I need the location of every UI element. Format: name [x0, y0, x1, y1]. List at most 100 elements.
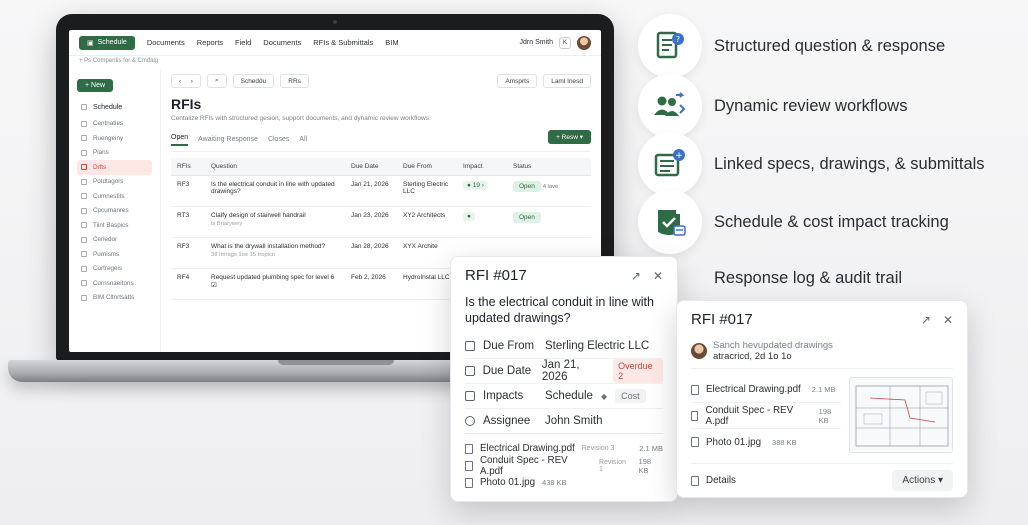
rfi-question: Is the electrical conduit in line with u…	[205, 175, 345, 207]
image-icon	[465, 477, 473, 488]
svg-text:?: ?	[676, 35, 680, 44]
checkbox-icon	[465, 391, 475, 401]
sidebar-item-6[interactable]: Cumnestits	[77, 189, 152, 204]
toolbar: ‹ › ⌕ Scheddu RRs Amsprts Laml Inesd	[171, 74, 591, 88]
attachment-row[interactable]: Photo 01.jpg 388 KB	[691, 429, 841, 455]
sidebar-item-8[interactable]: Tiint Baspics	[77, 218, 152, 233]
page-title: RFIs	[171, 96, 202, 112]
sidebar-item-11[interactable]: Cortregeis	[77, 262, 152, 277]
svg-text:+: +	[675, 151, 683, 161]
sidebar-item-7[interactable]: Cpcumanres	[77, 204, 152, 219]
sidebar-item-plans[interactable]: Plans	[77, 146, 152, 161]
user-menu[interactable]: Jdrn Smith K	[520, 35, 591, 50]
sidebar: + New Schedule Centnaties Ruengeiny Plan…	[69, 70, 161, 352]
rfi-question: Is the electrical conduit in line with u…	[465, 295, 654, 325]
plan-icon	[81, 149, 87, 156]
linked-document-icon: +	[638, 132, 702, 196]
rfi-due-date: Jan 21, 2026	[345, 175, 397, 207]
user-icon	[465, 416, 475, 426]
feature-linked-specs: + Linked specs, drawings, & submittals	[638, 132, 985, 196]
sidebar-item-10[interactable]: Purnisms	[77, 247, 152, 262]
details-link[interactable]: Details	[691, 472, 736, 489]
file-icon	[465, 460, 473, 471]
user-tag: K	[559, 36, 571, 49]
nav-reports[interactable]: Reports	[197, 38, 223, 47]
close-icon[interactable]: ✕	[653, 269, 663, 283]
status-extra: 4 lave	[542, 184, 559, 190]
sidebar-item-schedule[interactable]: Schedule	[77, 100, 152, 115]
nav-bim[interactable]: BIM	[385, 38, 398, 47]
attachment-row[interactable]: Photo 01.jpg 438 KB	[465, 474, 663, 491]
toolbar-right-2[interactable]: Laml Inesd	[543, 74, 591, 88]
details-icon	[691, 475, 699, 486]
col-due-date[interactable]: Due Date	[345, 158, 397, 176]
nav-rfis-submittals[interactable]: RFIs & Submittals	[313, 38, 373, 47]
building-icon	[465, 341, 475, 351]
list-icon	[81, 135, 87, 142]
rfi-detail-popup: RFI #017 ↗ ✕ Is the electrical conduit in…	[450, 256, 678, 502]
col-impact[interactable]: Impact	[457, 158, 507, 176]
tab-all[interactable]: All	[299, 136, 307, 143]
expand-icon[interactable]: ↗	[631, 269, 641, 283]
new-button[interactable]: + New	[77, 79, 114, 92]
nav-field[interactable]: Field	[235, 38, 251, 47]
rfi-question: What is the drywall installation method?…	[205, 237, 345, 269]
list-icon	[81, 294, 87, 301]
filter-pill-rfis[interactable]: RRs	[280, 74, 309, 88]
close-icon[interactable]: ✕	[943, 313, 953, 327]
col-status[interactable]: Status	[507, 158, 591, 176]
page-subtitle: Centalize RFIs with structured gesion, s…	[171, 115, 431, 122]
nav-arrows[interactable]: ‹ ›	[171, 74, 201, 88]
expand-icon[interactable]: ↗	[921, 313, 931, 327]
actions-button[interactable]: Actions ▾	[892, 470, 953, 491]
sidebar-item-rfis[interactable]: Drfts	[77, 160, 152, 175]
col-due-from[interactable]: Due From	[397, 158, 457, 176]
new-rfi-button[interactable]: + Resw ▾	[548, 130, 591, 144]
rfi-id: RF3	[171, 175, 205, 207]
list-icon	[81, 265, 87, 272]
list-icon	[81, 251, 87, 258]
cost-pill[interactable]: Cost	[615, 389, 646, 403]
tab-closed[interactable]: Closes	[268, 136, 289, 143]
file-icon	[465, 443, 473, 454]
avatar	[691, 343, 707, 359]
sidebar-item-12[interactable]: Cornsnaeitons	[77, 276, 152, 291]
chevron-left-icon[interactable]: ‹	[179, 78, 181, 85]
sidebar-item-13[interactable]: BIM Cltnrtsatts	[77, 291, 152, 306]
comment: Sanch hevupdated drawings atracricd, 2d …	[691, 340, 953, 369]
toolbar-right-1[interactable]: Amsprts	[497, 74, 538, 88]
calendar-icon: ▣	[87, 39, 94, 47]
rfi-due-date: Jan 23, 2026	[345, 206, 397, 238]
document-icon	[81, 164, 87, 171]
sidebar-item-1[interactable]: Centnaties	[77, 117, 152, 132]
search-icon: ⌕	[214, 77, 219, 84]
col-rfis[interactable]: RFIs	[171, 158, 205, 176]
tab-awaiting-response[interactable]: Awaiting Response	[198, 136, 258, 143]
drawing-thumbnail[interactable]	[849, 377, 953, 453]
sidebar-item-5[interactable]: Potdtagors	[77, 175, 152, 190]
rfi-status: Open	[507, 206, 591, 238]
chevron-right-icon[interactable]: ›	[191, 78, 193, 85]
list-icon	[81, 178, 87, 185]
sidebar-item-2[interactable]: Ruengeiny	[77, 131, 152, 146]
attachment-row[interactable]: Conduit Spec - REV A.pdf 198 KB	[691, 403, 841, 429]
image-icon	[691, 437, 699, 447]
users-workflow-icon	[638, 74, 702, 138]
filter-pill-schedule[interactable]: Scheddu	[232, 74, 275, 88]
breadcrumb[interactable]: + Ps Compentis for & Cmdalg	[69, 56, 601, 70]
nav-documents-2[interactable]: Documents	[263, 38, 301, 47]
col-question[interactable]: Question	[205, 158, 345, 176]
rfi-id: RT3	[171, 206, 205, 238]
attachment-row[interactable]: Conduit Spec - REV A.pdf Revision 1 198 KB	[465, 455, 663, 477]
sidebar-item-9[interactable]: Cerledor	[77, 233, 152, 248]
feature-label: Structured question & response	[714, 36, 946, 55]
tab-open[interactable]: Open	[171, 134, 189, 146]
table-row[interactable]: RF3 Is the electrical conduit in line wi…	[171, 175, 591, 207]
attachment-row[interactable]: Electrical Drawing.pdf 2.1 MB	[691, 377, 841, 403]
schedule-button[interactable]: ▣ Schedule	[79, 35, 135, 50]
rfi-due-from: Sterling Electric LLC	[397, 175, 457, 207]
table-row[interactable]: RT3 Clalfy design of stairwell handrail i…	[171, 206, 591, 238]
search-button[interactable]: ⌕	[206, 74, 227, 88]
feature-label: Response log & audit trail	[714, 268, 903, 287]
nav-documents[interactable]: Documents	[147, 38, 185, 47]
